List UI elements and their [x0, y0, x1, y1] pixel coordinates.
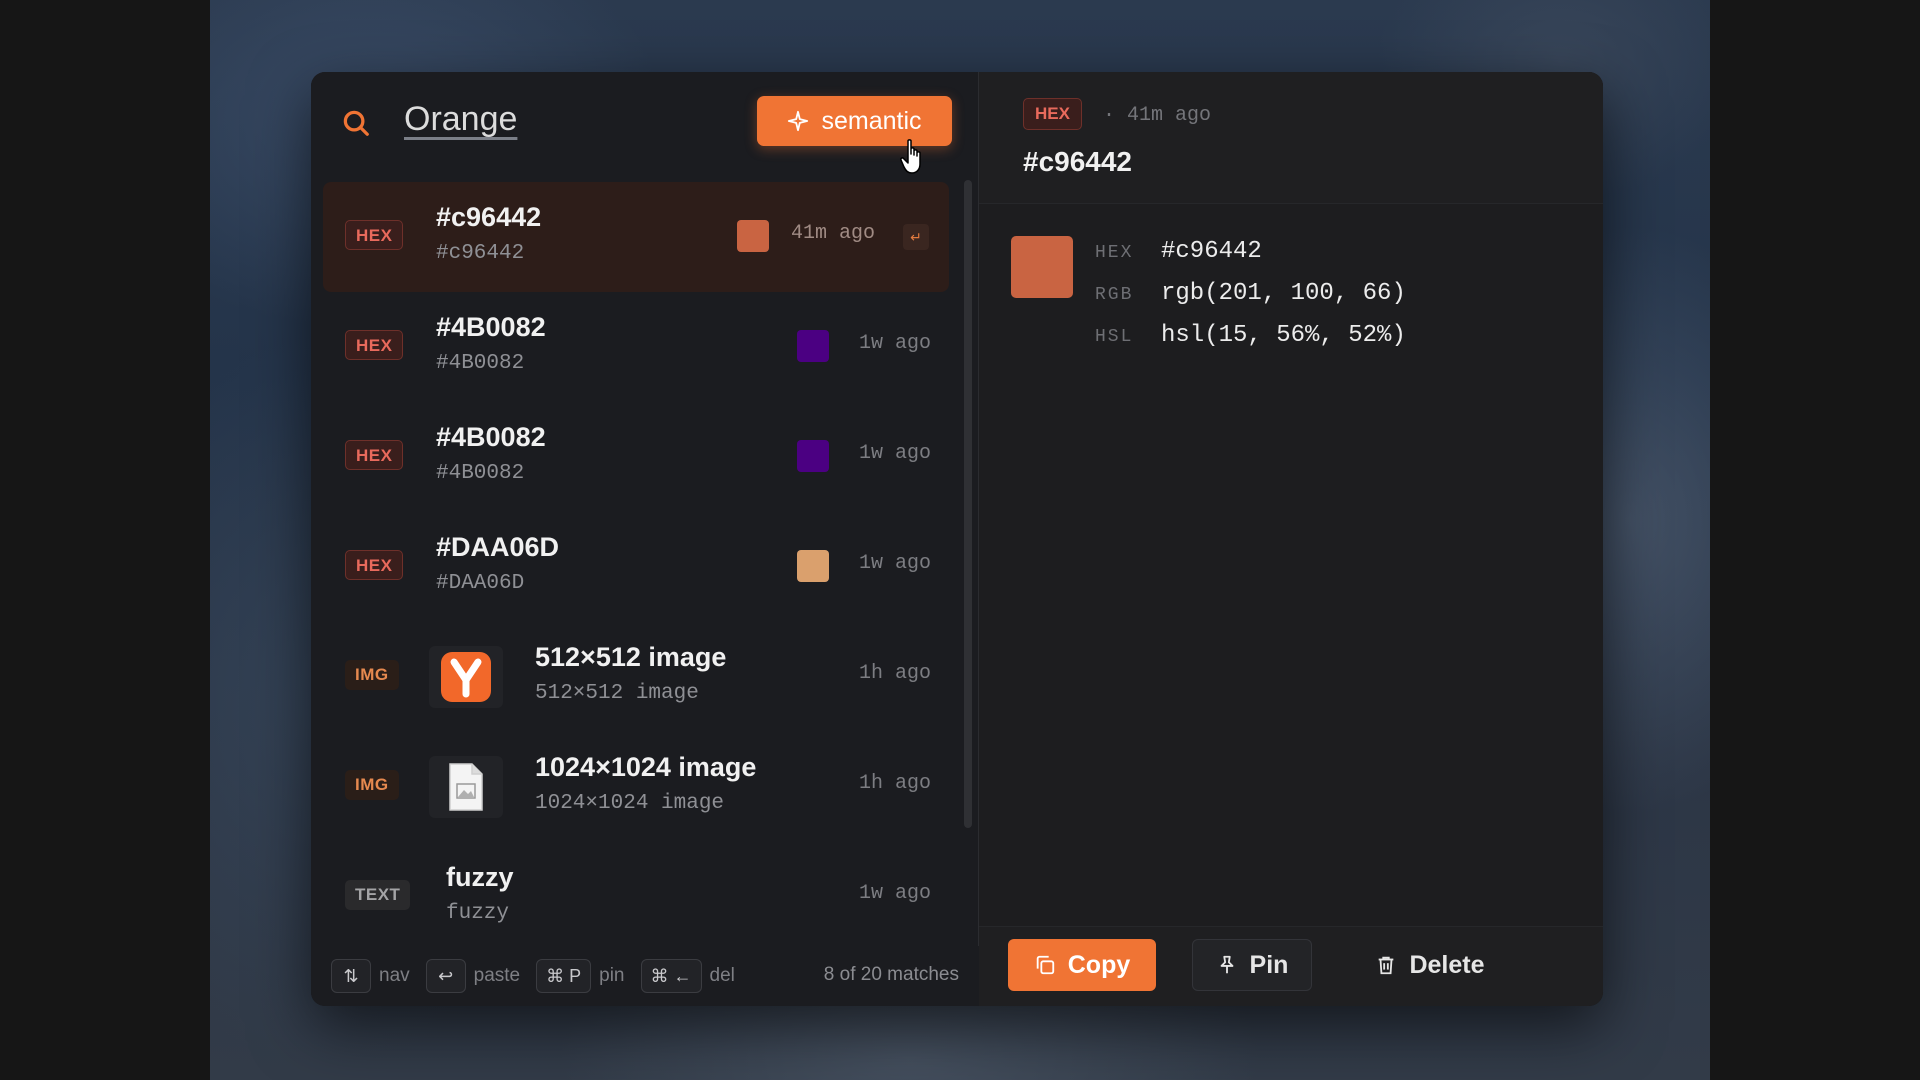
action-bar: Copy Pin Delete: [979, 926, 1603, 1006]
item-subtitle: fuzzy: [446, 902, 510, 925]
pin-label: Pin: [1249, 950, 1289, 979]
color-swatch: [797, 440, 829, 472]
list-item[interactable]: IMG 1024×1024 image 1024×1024 image 1h a…: [323, 732, 949, 842]
type-badge: TEXT: [345, 880, 411, 910]
pin-hint-label: pin: [599, 965, 625, 986]
item-title: #4B0082: [436, 312, 546, 342]
detail-timestamp: · 41m ago: [1103, 104, 1212, 127]
pin-button[interactable]: Pin: [1192, 939, 1312, 991]
hex-value[interactable]: #c96442: [1161, 238, 1262, 265]
item-time: 1h ago: [858, 662, 931, 685]
delete-button[interactable]: Delete: [1345, 939, 1515, 991]
item-time: 1w ago: [858, 882, 931, 905]
item-title: 1024×1024 image: [535, 752, 757, 782]
list-item[interactable]: HEX #DAA06D #DAA06D 1w ago: [323, 512, 949, 622]
item-time: 1w ago: [858, 442, 931, 465]
list-scrollbar[interactable]: [964, 180, 972, 828]
item-time: 41m ago: [790, 222, 875, 245]
color-swatch: [797, 550, 829, 582]
type-badge: HEX: [345, 440, 404, 470]
detail-pane: HEX · 41m ago #c96442 HEX #c96442 RGB rgb(…: [979, 72, 1603, 1006]
item-subtitle: #4B0082: [436, 462, 525, 485]
color-swatch: [737, 220, 769, 252]
paste-key: ↩: [425, 959, 466, 993]
y-logo-icon: [441, 652, 491, 702]
hsl-field: HSL hsl(15, 56%, 52%): [1095, 322, 1406, 349]
detail-header: HEX · 41m ago #c96442: [979, 72, 1603, 204]
delete-hint-label: del: [709, 965, 735, 986]
image-thumbnail: [429, 756, 503, 818]
item-title: #c96442: [436, 202, 542, 232]
type-badge: HEX: [345, 330, 404, 360]
color-swatch: [797, 330, 829, 362]
hsl-value[interactable]: hsl(15, 56%, 52%): [1161, 322, 1406, 349]
item-subtitle: 1024×1024 image: [535, 792, 725, 815]
list-item[interactable]: IMG 512×512 image 512×512 image 1h ago: [323, 622, 949, 732]
detail-color-swatch: [1011, 236, 1073, 298]
type-badge: IMG: [345, 660, 399, 690]
rgb-label: RGB: [1095, 285, 1134, 305]
match-count: 8 of 20 matches: [823, 964, 959, 985]
nav-key: ⇅: [331, 959, 371, 993]
item-subtitle: #c96442: [436, 242, 525, 265]
copy-icon: [1036, 955, 1054, 975]
hand-cursor-icon: [900, 139, 921, 174]
item-time: 1w ago: [858, 552, 931, 575]
item-subtitle: 512×512 image: [535, 682, 699, 705]
item-title: 512×512 image: [535, 642, 727, 672]
results-pane: Orange semantic HEX #c96442 #c96442 41m …: [311, 72, 979, 1006]
paste-hint-label: paste: [473, 965, 521, 986]
list-item[interactable]: HEX #c96442 #c96442 41m ago ↵: [323, 182, 949, 292]
item-subtitle: #4B0082: [436, 352, 525, 375]
sparkle-icon: [788, 110, 809, 132]
image-thumbnail: [429, 646, 503, 708]
list-item[interactable]: TEXT fuzzy fuzzy 1w ago: [323, 842, 949, 952]
list-item[interactable]: HEX #4B0082 #4B0082 1w ago: [323, 402, 949, 512]
rgb-value[interactable]: rgb(201, 100, 66): [1161, 280, 1406, 307]
delete-label: Delete: [1409, 950, 1485, 979]
item-time: 1w ago: [858, 332, 931, 355]
enter-key-icon[interactable]: ↵: [903, 224, 929, 250]
hex-label: HEX: [1095, 243, 1134, 263]
nav-hint-label: nav: [379, 965, 410, 986]
left-letterbox: [0, 0, 210, 1080]
rgb-field: RGB rgb(201, 100, 66): [1095, 280, 1406, 307]
list-item[interactable]: HEX #4B0082 #4B0082 1w ago: [323, 292, 949, 402]
clipboard-manager-window: Orange semantic HEX #c96442 #c96442 41m …: [311, 72, 1603, 1006]
pin-icon: [1220, 955, 1233, 974]
search-bar: Orange semantic: [311, 72, 979, 174]
delete-key: ⌘ ←: [640, 959, 702, 993]
copy-button[interactable]: Copy: [1008, 939, 1156, 991]
item-title: #4B0082: [436, 422, 546, 452]
right-letterbox: [1710, 0, 1920, 1080]
keyboard-hints-footer: ⇅ nav ↩ paste ⌘ P pin ⌘ ← del 8 of 20 ma…: [311, 946, 979, 1006]
pin-key: ⌘ P: [536, 959, 592, 993]
type-badge: HEX: [345, 220, 404, 250]
detail-title: #c96442: [1023, 146, 1133, 177]
detail-type-badge: HEX: [1023, 98, 1082, 130]
trash-icon: [1379, 956, 1394, 975]
item-title: fuzzy: [446, 862, 514, 892]
hsl-label: HSL: [1095, 327, 1134, 347]
item-title: #DAA06D: [436, 532, 560, 562]
item-time: 1h ago: [858, 772, 931, 795]
type-badge: HEX: [345, 550, 404, 580]
search-icon: [343, 110, 369, 136]
hex-field: HEX #c96442: [1095, 238, 1262, 265]
file-image-icon: [449, 763, 483, 811]
copy-label: Copy: [1067, 950, 1131, 979]
results-list: HEX #c96442 #c96442 41m ago ↵ HEX #4B008…: [323, 182, 949, 952]
search-input[interactable]: Orange: [404, 100, 517, 139]
item-subtitle: #DAA06D: [436, 572, 525, 595]
semantic-button-label: semantic: [821, 106, 922, 135]
type-badge: IMG: [345, 770, 399, 800]
